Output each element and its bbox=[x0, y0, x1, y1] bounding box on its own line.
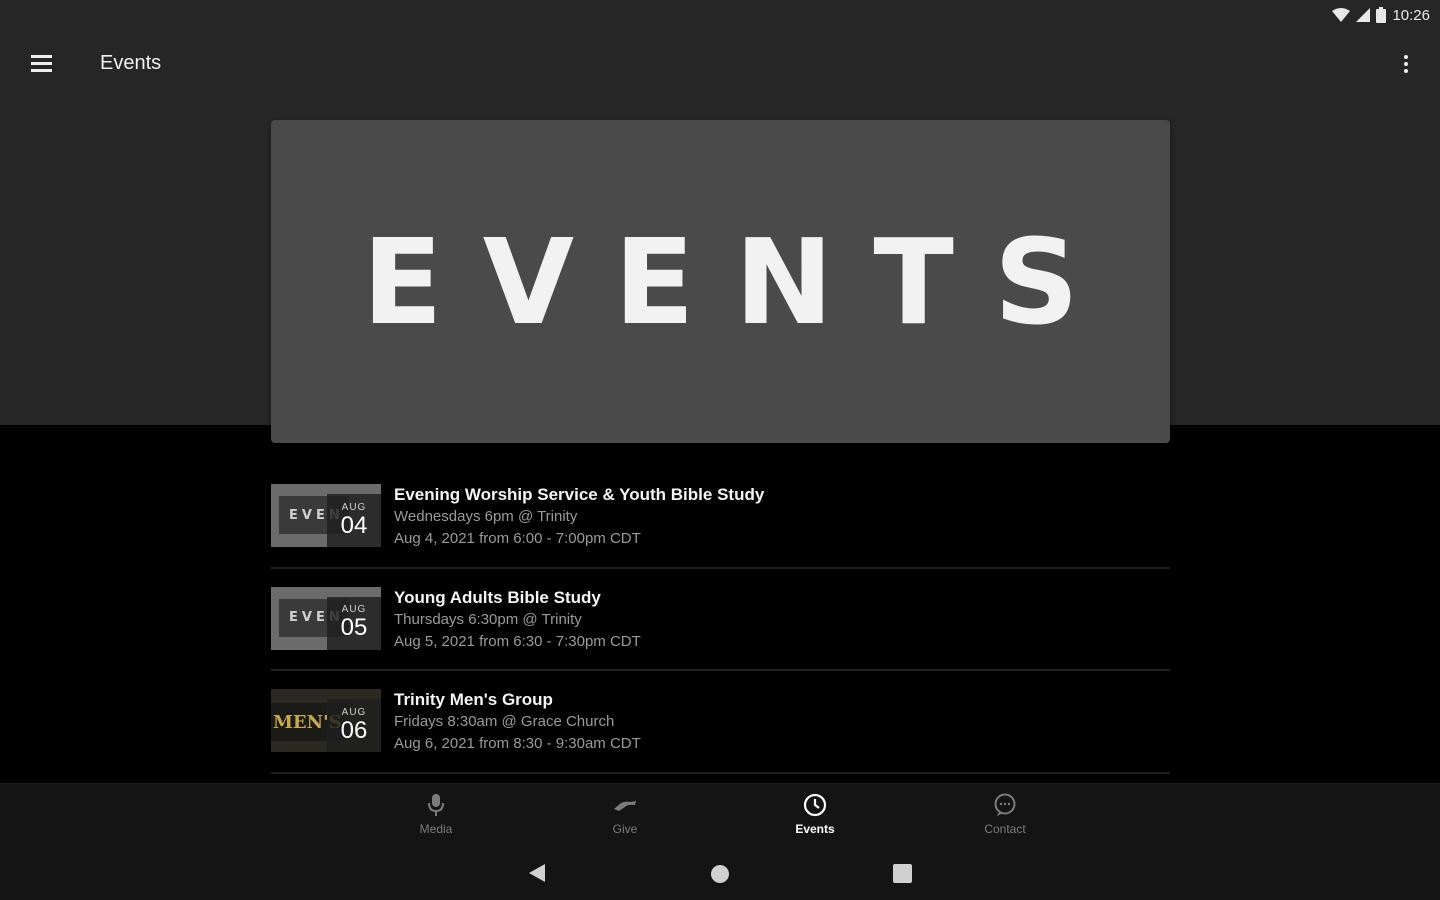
badge-day: 04 bbox=[340, 511, 368, 539]
event-datetime: Aug 6, 2021 from 8:30 - 9:30am CDT bbox=[394, 735, 641, 752]
signal-icon bbox=[1356, 8, 1371, 22]
system-navigation-bar bbox=[0, 845, 1440, 900]
event-thumbnail: EVEN AUG 04 bbox=[271, 484, 381, 547]
event-schedule: Wednesdays 6pm @ Trinity bbox=[394, 508, 578, 525]
status-time: 10:26 bbox=[1392, 6, 1430, 24]
event-schedule: Thursdays 6:30pm @ Trinity bbox=[394, 610, 582, 628]
event-datetime: Aug 5, 2021 from 6:30 - 7:30pm CDT bbox=[394, 632, 641, 650]
nav-item-events[interactable]: Events bbox=[765, 792, 865, 842]
event-schedule: Fridays 8:30am @ Grace Church bbox=[394, 713, 615, 730]
hero-text: EVENTS bbox=[362, 212, 1119, 351]
event-thumbnail: MEN'S AUG 06 bbox=[271, 689, 381, 752]
event-title: Trinity Men's Group bbox=[394, 690, 553, 709]
event-datetime: Aug 4, 2021 from 6:00 - 7:00pm CDT bbox=[394, 530, 641, 547]
event-list: EVEN AUG 04 Evening Worship Service & Yo… bbox=[271, 466, 1170, 774]
nav-label: Media bbox=[419, 822, 453, 836]
badge-day: 05 bbox=[340, 614, 368, 642]
event-list-item[interactable]: EVEN AUG 05 Young Adults Bible Study Thu… bbox=[271, 569, 1170, 671]
event-title: Young Adults Bible Study bbox=[394, 587, 601, 607]
badge-day: 06 bbox=[340, 716, 368, 744]
more-vert-icon[interactable] bbox=[1394, 52, 1418, 76]
wifi-icon bbox=[1332, 8, 1351, 22]
recents-icon[interactable] bbox=[893, 864, 912, 888]
date-badge: AUG 05 bbox=[327, 596, 381, 650]
event-thumbnail: EVEN AUG 05 bbox=[271, 586, 381, 650]
date-badge: AUG 06 bbox=[327, 699, 381, 752]
nav-item-contact[interactable]: Contact bbox=[955, 792, 1055, 842]
microphone-icon bbox=[423, 792, 449, 818]
event-title: Evening Worship Service & Youth Bible St… bbox=[394, 485, 765, 504]
chat-bubble-icon bbox=[992, 792, 1018, 818]
nav-label: Contact bbox=[984, 822, 1026, 836]
hamburger-menu-icon[interactable] bbox=[22, 48, 60, 78]
give-hand-icon bbox=[612, 792, 638, 818]
home-icon[interactable] bbox=[710, 864, 730, 889]
event-list-item[interactable]: EVEN AUG 04 Evening Worship Service & Yo… bbox=[271, 466, 1170, 569]
events-hero-banner: EVENTS bbox=[271, 120, 1170, 443]
nav-label: Events bbox=[795, 822, 835, 836]
nav-label: Give bbox=[612, 822, 638, 836]
back-icon[interactable] bbox=[528, 863, 546, 888]
battery-icon bbox=[1376, 7, 1387, 23]
page-title: Events bbox=[100, 52, 162, 74]
event-list-item[interactable]: MEN'S AUG 06 Trinity Men's Group Fridays… bbox=[271, 671, 1170, 774]
date-badge: AUG 04 bbox=[327, 494, 381, 547]
app-bar: Events bbox=[0, 30, 1440, 98]
status-bar: 10:26 bbox=[0, 0, 1440, 30]
nav-item-give[interactable]: Give bbox=[575, 792, 675, 842]
nav-item-media[interactable]: Media bbox=[386, 792, 486, 842]
bottom-navigation: Media Give Events Contact bbox=[0, 783, 1440, 845]
clock-icon bbox=[802, 792, 828, 818]
